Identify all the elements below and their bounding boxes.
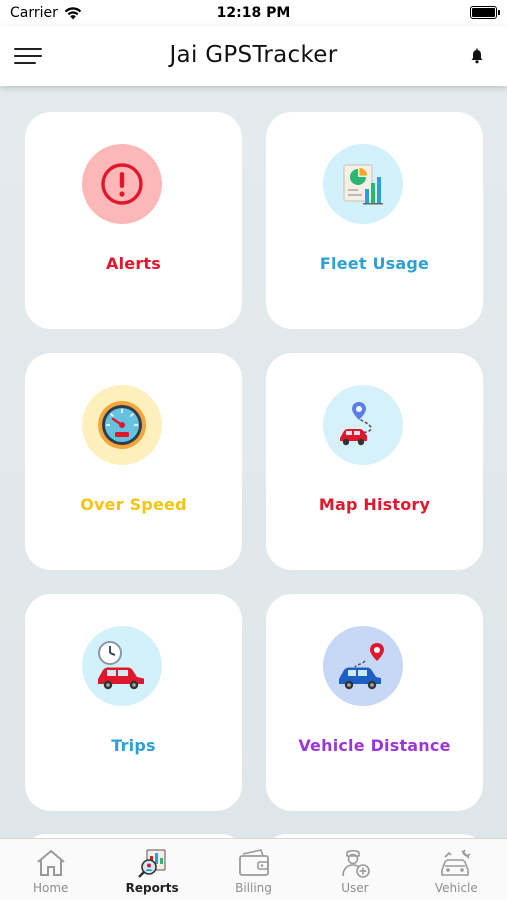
alerts-icon-circle (82, 144, 162, 224)
fleet-usage-chart-icon (343, 164, 383, 205)
vehicle-settings-icon (441, 849, 471, 876)
battery-level (472, 8, 495, 17)
bell-icon[interactable] (469, 48, 485, 64)
add-user-icon (342, 849, 370, 878)
tab-home[interactable]: Home (0, 839, 101, 900)
app-title: Jai GPSTracker (169, 42, 338, 68)
trips-card[interactable]: Trips (25, 594, 242, 811)
status-time: 12:18 PM (216, 5, 291, 21)
reports-icon (138, 849, 166, 878)
alerts-card[interactable]: Alerts (25, 112, 242, 329)
bottom-tab-bar: Home Reports Billing User Vehicle (0, 838, 507, 900)
battery-icon (470, 6, 500, 19)
map-history-label: Map History (318, 495, 431, 514)
trips-label: Trips (111, 736, 156, 755)
map-history-icon-circle (323, 385, 403, 465)
app-header: Jai GPSTracker (0, 26, 507, 86)
tab-user-label: User (341, 881, 369, 895)
over-speed-icon-circle (82, 385, 162, 465)
tab-user[interactable]: User (304, 839, 405, 900)
fleet-usage-label: Fleet Usage (319, 254, 430, 273)
wallet-icon (238, 849, 269, 876)
trips-icon-circle (82, 626, 162, 706)
fleet-usage-icon-circle (323, 144, 403, 224)
alert-icon (101, 163, 143, 205)
over-speed-card[interactable]: Over Speed (25, 353, 242, 570)
pin-car-icon (339, 643, 384, 690)
speedometer-icon (98, 401, 146, 449)
fleet-usage-card[interactable]: Fleet Usage (266, 112, 483, 329)
map-history-card[interactable]: Map History (266, 353, 483, 570)
tab-billing[interactable]: Billing (203, 839, 304, 900)
clock-car-icon (98, 641, 144, 690)
tab-billing-label: Billing (235, 881, 272, 895)
tab-reports[interactable]: Reports (101, 839, 202, 900)
home-icon (37, 849, 65, 876)
route-map-car-icon (340, 402, 372, 446)
vehicle-distance-card[interactable]: Vehicle Distance (266, 594, 483, 811)
tab-home-label: Home (32, 881, 69, 895)
over-speed-label: Over Speed (80, 495, 187, 514)
status-bar: Carrier 12:18 PM (0, 0, 507, 26)
alerts-label: Alerts (106, 254, 161, 273)
tab-reports-label: Reports (125, 881, 179, 895)
reports-grid: Alerts Fleet Usage Over Speed Map Histor… (0, 86, 507, 838)
tab-vehicle[interactable]: Vehicle (406, 839, 507, 900)
tab-vehicle-label: Vehicle (434, 881, 478, 895)
vehicle-distance-icon-circle (323, 626, 403, 706)
vehicle-distance-label: Vehicle Distance (298, 736, 451, 755)
